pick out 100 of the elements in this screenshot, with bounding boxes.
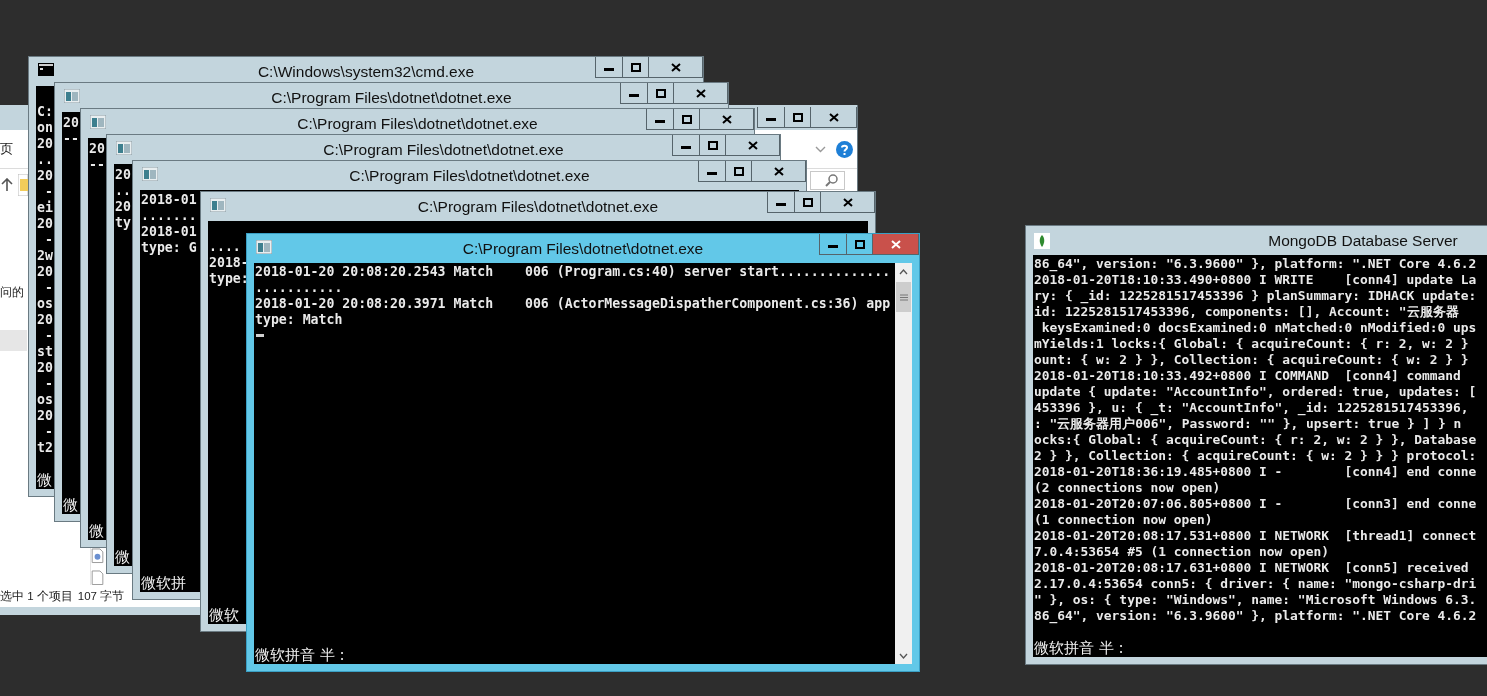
maximize-button[interactable]	[785, 107, 811, 128]
file-icon[interactable]	[91, 569, 104, 585]
minimize-button[interactable]	[757, 107, 785, 128]
console-line: 20	[63, 115, 79, 131]
search-field[interactable]	[810, 171, 845, 190]
ime-status: 微	[63, 496, 78, 514]
maximize-icon	[733, 166, 744, 176]
minimize-button[interactable]	[672, 135, 700, 156]
console-line: -	[43, 232, 53, 248]
close-button[interactable]	[649, 57, 703, 78]
console-line: --	[63, 131, 79, 147]
console-line: 453396 }, u: { _t: "AccountInfo", _id: 1225281517453396,	[1034, 400, 1469, 416]
leaf-icon	[1034, 233, 1050, 249]
console-line: 20	[37, 312, 53, 328]
console-line: 20	[37, 360, 53, 376]
console-line: ry: { _id: 1225281517453396 } planSummary: IDHACK update:	[1034, 288, 1477, 304]
console-line: 2018-01-20T20:08:17.531+0800 I NETWORK [thread1] connect	[1034, 528, 1477, 544]
console-line: 2018-01-20T20:08:17.631+0800 I NETWORK [conn5] received	[1034, 560, 1469, 576]
status-size: 107 字节	[77, 588, 125, 604]
minimize-button[interactable]	[620, 83, 648, 104]
console-line: on	[37, 120, 53, 136]
console-line: t2	[37, 440, 53, 456]
maximize-icon	[707, 140, 718, 150]
console-line: ocks:{ Global: { acquireCount: { r: 2, w: 2 } }, Database	[1034, 432, 1477, 448]
console-line: 20	[115, 167, 131, 183]
console-line: ount: { w: 2 } }, Collection: { acquireCount: { w: 2 } }	[1034, 352, 1469, 368]
close-icon	[670, 62, 681, 72]
ime-status: 微软拼音 半 :	[255, 646, 345, 664]
maximize-button[interactable]	[795, 192, 821, 213]
close-button[interactable]	[821, 192, 875, 213]
maximize-button[interactable]	[623, 57, 649, 78]
minimize-button[interactable]	[595, 57, 623, 78]
ime-status: 微软拼	[141, 574, 186, 592]
console-line: 2.17.0.4:53654 conn5: { driver: { name: "mongo-csharp-dri	[1034, 576, 1477, 592]
console-line: .......	[141, 208, 197, 224]
maximize-button[interactable]	[674, 109, 700, 130]
close-icon	[695, 88, 706, 98]
console-line: 20	[115, 199, 131, 215]
console-line: 2018-01-20T18:36:19.485+0800 I - [conn4] end conne	[1034, 464, 1477, 480]
console-line: -	[43, 376, 53, 392]
window-icon	[116, 141, 132, 155]
console-icon	[38, 63, 54, 76]
console-line: 86_64", version: "6.3.9600" }, platform: ".NET Core 4.6.2	[1034, 256, 1477, 272]
window-icon	[142, 167, 158, 181]
close-icon	[773, 166, 784, 176]
close-button[interactable]	[674, 83, 728, 104]
close-button[interactable]	[811, 107, 857, 128]
window-title: C:\Program Files\dotnet\dotnet.exe	[271, 88, 512, 108]
close-icon	[747, 140, 758, 150]
console-line: 2018-01-20T18:10:33.492+0800 I COMMAND [conn4] command	[1034, 368, 1461, 384]
maximize-button[interactable]	[726, 161, 752, 182]
console-line: (1 connection now open)	[1034, 512, 1213, 528]
minimize-button[interactable]	[819, 234, 847, 255]
ime-status: 微	[115, 548, 130, 566]
close-button[interactable]	[700, 109, 754, 130]
window-title: C:\Program Files\dotnet\dotnet.exe	[349, 166, 590, 186]
console-line: " }, os: { type: "Windows", name: "Microsoft Windows 6.3.	[1034, 592, 1477, 608]
console-line: -	[43, 328, 53, 344]
console-line: 20	[37, 168, 53, 184]
maximize-icon	[792, 112, 803, 122]
maximize-button[interactable]	[648, 83, 674, 104]
console-line: 7.0.4:53654 #5 (1 connection now open)	[1034, 544, 1329, 560]
console-line: 20	[37, 136, 53, 152]
close-icon	[842, 197, 853, 207]
console-line: update { update: "AccountInfo", ordered: true, updates: [	[1034, 384, 1477, 400]
caret-icon[interactable]	[815, 145, 826, 153]
ime-status: 微软拼音 半 :	[1034, 639, 1124, 657]
window-icon	[90, 115, 106, 129]
window-title: MongoDB Database Server	[1268, 231, 1458, 251]
minimize-button[interactable]	[767, 192, 795, 213]
window-icon	[210, 198, 226, 212]
scroll-up-icon	[899, 268, 908, 275]
scrollbar[interactable]	[895, 263, 912, 664]
console-line: ty	[115, 215, 131, 231]
close-button[interactable]	[873, 234, 919, 255]
window-title: C:\Program Files\dotnet\dotnet.exe	[323, 140, 564, 160]
maximize-icon	[655, 88, 666, 98]
maximize-icon	[681, 114, 692, 124]
minimize-button[interactable]	[698, 161, 726, 182]
console-line: (2 connections now open)	[1034, 480, 1221, 496]
ime-status: 微软	[209, 606, 239, 624]
ribbon-tab[interactable]: 页	[0, 140, 13, 158]
console-line: -	[43, 424, 53, 440]
console-line: 2018-	[209, 255, 249, 271]
console-line: 2 } }, Collection: { acquireCount: { w: 2 } } } protocol:	[1034, 448, 1477, 464]
scroll-thumb[interactable]	[896, 282, 911, 312]
status-selection: 选中 1 个项目	[0, 588, 73, 604]
file-icon[interactable]	[91, 548, 104, 564]
console-line: os	[37, 296, 53, 312]
maximize-button[interactable]	[700, 135, 726, 156]
close-button[interactable]	[726, 135, 780, 156]
close-button[interactable]	[752, 161, 806, 182]
help-icon[interactable]	[836, 140, 853, 158]
up-arrow-icon[interactable]	[1, 178, 13, 192]
nav-item[interactable]: 问的	[0, 284, 24, 300]
minimize-button[interactable]	[646, 109, 674, 130]
console-line: 2018-01-20 20:08:20.2543 Match 006 (Program.cs:40) server start..............	[255, 264, 891, 280]
close-icon	[721, 114, 732, 124]
console-line: 2018-01	[141, 224, 197, 240]
maximize-icon	[802, 197, 813, 207]
